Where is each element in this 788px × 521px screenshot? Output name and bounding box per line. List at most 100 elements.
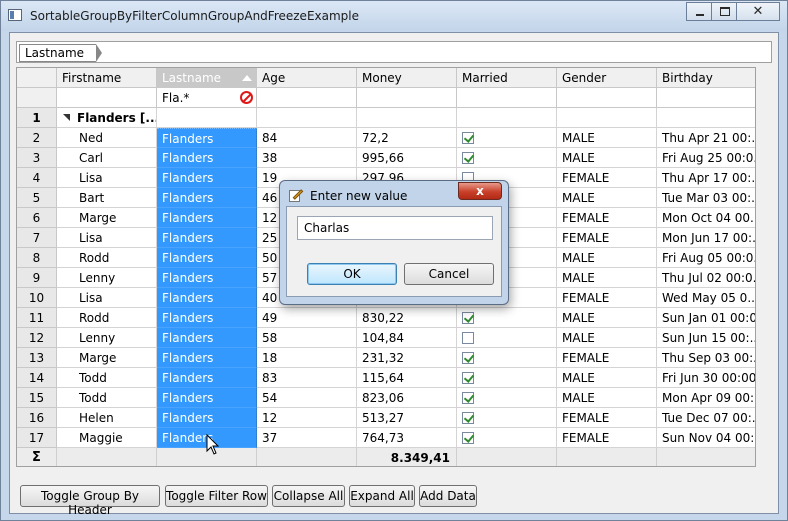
- cell-gender[interactable]: MALE: [557, 308, 657, 328]
- cell-age[interactable]: 54: [257, 388, 357, 408]
- cell-money[interactable]: 823,06: [357, 388, 457, 408]
- cell-firstname[interactable]: Lisa: [57, 288, 157, 308]
- cell-married[interactable]: [457, 388, 557, 408]
- cell-lastname[interactable]: Flanders: [157, 388, 257, 408]
- cell-gender[interactable]: MALE: [557, 368, 657, 388]
- cell-married[interactable]: [457, 148, 557, 168]
- filter-cell-birthday[interactable]: [657, 88, 755, 108]
- cell-married[interactable]: [457, 408, 557, 428]
- cell-age[interactable]: 49: [257, 308, 357, 328]
- cell-birthday[interactable]: Thu Apr 21 00:...: [657, 128, 755, 148]
- filter-cell-gender[interactable]: [557, 88, 657, 108]
- filter-cell-firstname[interactable]: [57, 88, 157, 108]
- cell-money[interactable]: 104,84: [357, 328, 457, 348]
- cell-birthday[interactable]: Sun Jun 15 00:...: [657, 328, 755, 348]
- column-header-age[interactable]: Age: [257, 68, 357, 88]
- cell-birthday[interactable]: Thu Sep 03 00:...: [657, 348, 755, 368]
- clear-filter-icon[interactable]: [240, 91, 253, 104]
- cell-gender[interactable]: MALE: [557, 388, 657, 408]
- column-header-gender[interactable]: Gender: [557, 68, 657, 88]
- cell-money[interactable]: 830,22: [357, 308, 457, 328]
- minimize-button[interactable]: [686, 2, 712, 21]
- cell-lastname[interactable]: Flanders: [157, 208, 257, 228]
- checkbox-checked-icon[interactable]: [462, 312, 474, 324]
- new-value-input[interactable]: Charlas: [297, 216, 493, 240]
- toggle-group-by-header-button[interactable]: Toggle Group By Header: [20, 485, 160, 517]
- cell-age[interactable]: 18: [257, 348, 357, 368]
- cell-lastname[interactable]: Flanders: [157, 288, 257, 308]
- cell-married[interactable]: [457, 328, 557, 348]
- cell-lastname[interactable]: Flanders: [157, 308, 257, 328]
- filter-cell-money[interactable]: [357, 88, 457, 108]
- column-header-firstname[interactable]: Firstname: [57, 68, 157, 88]
- cell-age[interactable]: 12: [257, 408, 357, 428]
- cell-firstname[interactable]: Todd: [57, 388, 157, 408]
- cell-lastname[interactable]: Flanders: [157, 408, 257, 428]
- checkbox-checked-icon[interactable]: [462, 132, 474, 144]
- cancel-button[interactable]: Cancel: [404, 263, 494, 285]
- cell-birthday[interactable]: Mon Jun 17 00:...: [657, 228, 755, 248]
- cell-firstname[interactable]: Rodd: [57, 248, 157, 268]
- group-by-panel[interactable]: Lastname: [16, 41, 772, 63]
- cell-birthday[interactable]: Sun Jan 01 00:0...: [657, 308, 755, 328]
- dialog-close-button[interactable]: x: [458, 182, 502, 200]
- checkbox-checked-icon[interactable]: [462, 392, 474, 404]
- collapse-triangle-icon[interactable]: [63, 114, 70, 121]
- checkbox-checked-icon[interactable]: [462, 152, 474, 164]
- cell-firstname[interactable]: Lisa: [57, 168, 157, 188]
- title-bar[interactable]: SortableGroupByFilterColumnGroupAndFreez…: [1, 1, 787, 31]
- cell-birthday[interactable]: Fri Jun 30 00:00...: [657, 368, 755, 388]
- cell-gender[interactable]: FEMALE: [557, 428, 657, 448]
- cell-married[interactable]: [457, 368, 557, 388]
- cell-age[interactable]: 38: [257, 148, 357, 168]
- cell-firstname[interactable]: Lenny: [57, 268, 157, 288]
- cell-birthday[interactable]: Tue Mar 03 00:...: [657, 188, 755, 208]
- cell-gender[interactable]: MALE: [557, 188, 657, 208]
- cell-lastname[interactable]: Flanders: [157, 328, 257, 348]
- cell-age[interactable]: 83: [257, 368, 357, 388]
- cell-firstname[interactable]: Maggie: [57, 428, 157, 448]
- cell-birthday[interactable]: Mon Oct 04 00...: [657, 208, 755, 228]
- cell-money[interactable]: 115,64: [357, 368, 457, 388]
- cell-gender[interactable]: MALE: [557, 328, 657, 348]
- collapse-all-button[interactable]: Collapse All: [272, 485, 345, 507]
- checkbox-checked-icon[interactable]: [462, 352, 474, 364]
- cell-gender[interactable]: MALE: [557, 248, 657, 268]
- column-header-money[interactable]: Money: [357, 68, 457, 88]
- cell-firstname[interactable]: Lisa: [57, 228, 157, 248]
- ok-button[interactable]: OK: [307, 263, 397, 285]
- add-data-button[interactable]: Add Data: [419, 485, 477, 507]
- cell-firstname[interactable]: Marge: [57, 348, 157, 368]
- group-by-chip-lastname[interactable]: Lastname: [19, 44, 103, 62]
- cell-money[interactable]: 231,32: [357, 348, 457, 368]
- cell-gender[interactable]: MALE: [557, 148, 657, 168]
- cell-firstname[interactable]: Marge: [57, 208, 157, 228]
- column-header-birthday[interactable]: Birthday: [657, 68, 755, 88]
- cell-lastname[interactable]: Flanders: [157, 148, 257, 168]
- cell-firstname[interactable]: Ned: [57, 128, 157, 148]
- cell-gender[interactable]: MALE: [557, 128, 657, 148]
- close-button[interactable]: ✕: [736, 2, 780, 21]
- cell-birthday[interactable]: Fri Aug 05 00:0...: [657, 248, 755, 268]
- cell-firstname[interactable]: Rodd: [57, 308, 157, 328]
- cell-firstname[interactable]: Carl: [57, 148, 157, 168]
- cell-birthday[interactable]: Wed May 05 0...: [657, 288, 755, 308]
- cell-gender[interactable]: FEMALE: [557, 348, 657, 368]
- cell-married[interactable]: [457, 308, 557, 328]
- cell-gender[interactable]: FEMALE: [557, 208, 657, 228]
- cell-money[interactable]: 72,2: [357, 128, 457, 148]
- filter-cell-lastname[interactable]: Fla.*: [157, 88, 257, 108]
- cell-married[interactable]: [457, 348, 557, 368]
- cell-lastname[interactable]: Flanders: [157, 268, 257, 288]
- expand-all-button[interactable]: Expand All: [349, 485, 415, 507]
- cell-birthday[interactable]: Mon Apr 09 00:...: [657, 388, 755, 408]
- cell-lastname[interactable]: Flanders: [157, 348, 257, 368]
- cell-married[interactable]: [457, 428, 557, 448]
- group-row-label[interactable]: Flanders [...: [57, 108, 157, 128]
- cell-firstname[interactable]: Lenny: [57, 328, 157, 348]
- cell-birthday[interactable]: Thu Apr 17 00:...: [657, 168, 755, 188]
- cell-birthday[interactable]: Fri Aug 25 00:0...: [657, 148, 755, 168]
- checkbox-unchecked-icon[interactable]: [462, 332, 474, 344]
- maximize-button[interactable]: [711, 2, 737, 21]
- cell-lastname[interactable]: Flanders: [157, 168, 257, 188]
